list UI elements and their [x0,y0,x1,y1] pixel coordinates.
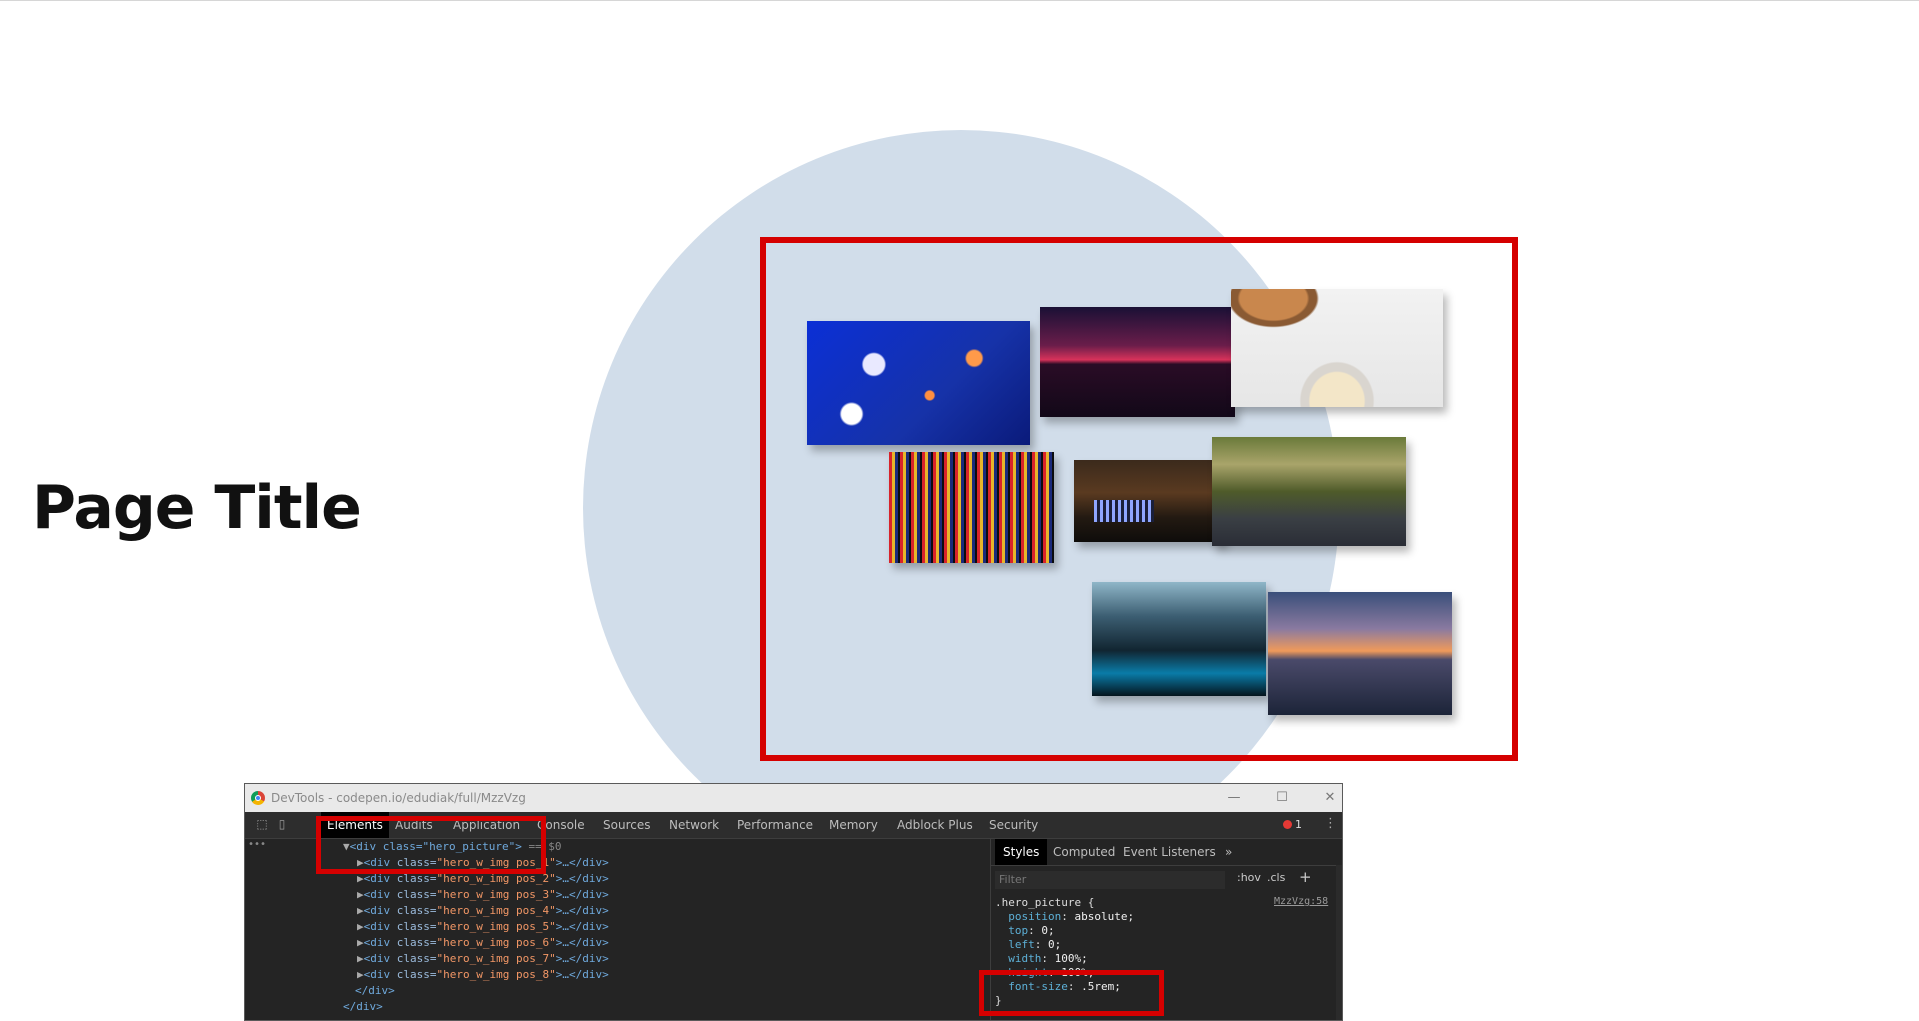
more-options-icon[interactable]: ⋮ [1324,816,1337,831]
dom-node-child[interactable]: ▶<div class="hero_w_img pos_4">…</div> [357,903,609,919]
maximize-button[interactable]: ☐ [1270,788,1294,808]
tab-adblock-plus[interactable]: Adblock Plus [891,812,979,838]
dom-node-child[interactable]: ▶<div class="hero_w_img pos_7">…</div> [357,951,609,967]
class-toggle[interactable]: .cls [1267,871,1285,884]
tab-styles[interactable]: Styles [995,839,1048,865]
close-button[interactable]: ✕ [1318,788,1342,808]
elements-tab-highlight-box [316,816,546,874]
hero-picture-highlight-box [760,237,1518,761]
tab-network[interactable]: Network [663,812,725,838]
page-title: Page Title [32,473,362,543]
top-border [0,0,1919,1]
tab-memory[interactable]: Memory [823,812,884,838]
devtools-titlebar: DevTools - codepen.io/edudiak/full/MzzVz… [245,784,1342,812]
new-style-rule-button[interactable]: + [1299,868,1312,886]
tab-performance[interactable]: Performance [731,812,819,838]
css-declaration[interactable]: width: 100%; [995,952,1331,966]
styles-tabbar: Styles Computed Event Listeners » [991,839,1342,866]
font-size-highlight-box [979,970,1164,1016]
styles-scrollbar[interactable] [1336,865,1342,1020]
hover-state-toggle[interactable]: :hov [1237,871,1261,884]
minimize-button[interactable]: — [1222,788,1246,808]
tab-security[interactable]: Security [983,812,1044,838]
dom-ellipsis-icon[interactable]: ••• [248,839,266,850]
css-selector: .hero_picture { [995,896,1095,909]
more-tabs-chevron-icon[interactable]: » [1217,839,1240,865]
css-declaration[interactable]: position: absolute; [995,910,1331,924]
styles-filter-input[interactable]: Filter [995,871,1225,889]
dom-close-tag-outer[interactable]: </div> [343,999,383,1015]
device-toolbar-icon[interactable]: ▯ [275,817,289,831]
css-declaration[interactable]: top: 0; [995,924,1331,938]
error-count: 1 [1295,818,1302,831]
error-count-badge[interactable]: 1 [1283,818,1302,831]
dom-node-child[interactable]: ▶<div class="hero_w_img pos_8">…</div> [357,967,609,983]
devtools-window-title: DevTools - codepen.io/edudiak/full/MzzVz… [271,791,526,805]
dom-node-child[interactable]: ▶<div class="hero_w_img pos_5">…</div> [357,919,609,935]
tab-event-listeners[interactable]: Event Listeners [1115,839,1224,865]
chrome-icon [251,791,265,805]
css-declaration[interactable]: left: 0; [995,938,1331,952]
dom-node-child[interactable]: ▶<div class="hero_w_img pos_3">…</div> [357,887,609,903]
dom-node-child[interactable]: ▶<div class="hero_w_img pos_6">…</div> [357,935,609,951]
dom-close-tag[interactable]: </div> [355,983,395,999]
tab-computed[interactable]: Computed [1045,839,1123,865]
inspect-element-icon[interactable]: ⬚ [255,817,269,831]
tab-sources[interactable]: Sources [597,812,656,838]
error-icon [1283,820,1292,829]
